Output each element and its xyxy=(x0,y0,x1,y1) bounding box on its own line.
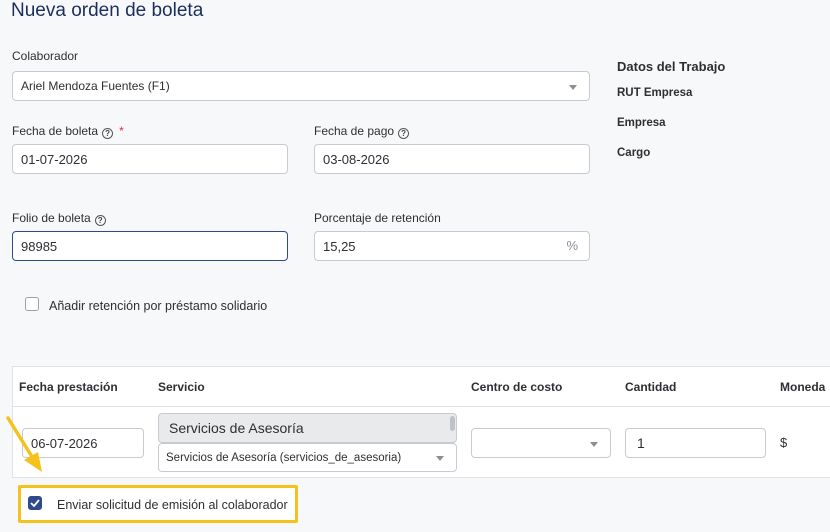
fecha-pago-input[interactable]: 03-08-2026 xyxy=(314,144,590,174)
folio-label: Folio de boleta? xyxy=(12,211,106,226)
retencion-value: 15,25 xyxy=(323,238,356,254)
page-title: Nueva orden de boleta xyxy=(11,0,204,21)
side-rut-label: RUT Empresa xyxy=(617,87,693,99)
colaborador-label: Colaborador xyxy=(12,49,79,63)
cantidad-value: 1 xyxy=(637,435,645,451)
servicio-option-label: Servicios de Asesoría xyxy=(169,420,304,436)
dropdown-scrollbar[interactable] xyxy=(450,416,455,431)
arrow-annotation-icon xyxy=(6,416,42,472)
colaborador-value: Ariel Mendoza Fuentes (F1) xyxy=(21,79,170,93)
retencion-label: Porcentaje de retención xyxy=(314,211,441,225)
th-servicio: Servicio xyxy=(158,380,205,394)
servicio-dropdown-option[interactable]: Servicios de Asesoría xyxy=(158,413,457,443)
servicio-select[interactable]: Servicios de Asesoría (servicios_de_ases… xyxy=(158,443,457,472)
prestamo-checkbox-label: Añadir retención por préstamo solidario xyxy=(49,299,268,313)
side-cargo-label: Cargo xyxy=(617,147,651,159)
fecha-boleta-value: 01-07-2026 xyxy=(21,151,88,167)
th-centro-costo: Centro de costo xyxy=(471,380,563,394)
side-empresa-label: Empresa xyxy=(617,117,666,129)
help-icon[interactable]: ? xyxy=(398,128,410,139)
fecha-pago-label: Fecha de pago? xyxy=(314,124,410,139)
th-cantidad: Cantidad xyxy=(625,380,677,394)
fecha-boleta-label-text: Fecha de boleta xyxy=(12,124,99,138)
required-mark: * xyxy=(119,124,124,138)
prestamo-checkbox[interactable] xyxy=(25,297,39,311)
fecha-boleta-input[interactable]: 01-07-2026 xyxy=(12,144,288,174)
check-icon xyxy=(30,499,40,507)
centro-costo-select[interactable] xyxy=(471,428,611,458)
th-moneda: Moneda xyxy=(780,380,826,394)
percent-suffix: % xyxy=(566,238,578,253)
help-icon[interactable]: ? xyxy=(102,128,114,139)
servicio-value: Servicios de Asesoría (servicios_de_ases… xyxy=(166,451,402,464)
chevron-down-icon xyxy=(436,456,444,461)
chevron-down-icon xyxy=(590,442,598,447)
folio-label-text: Folio de boleta xyxy=(12,211,91,225)
folio-value: 98985 xyxy=(21,238,58,254)
help-icon[interactable]: ? xyxy=(94,215,106,226)
retencion-input[interactable]: 15,25 % xyxy=(314,231,590,261)
side-heading: Datos del Trabajo xyxy=(617,59,726,74)
fecha-pago-value: 03-08-2026 xyxy=(323,151,390,167)
moneda-value: $ xyxy=(780,435,788,450)
fecha-boleta-label: Fecha de boleta? * xyxy=(12,124,124,139)
chevron-down-icon xyxy=(569,85,577,90)
cantidad-input[interactable]: 1 xyxy=(625,428,766,458)
th-fecha: Fecha prestación xyxy=(19,380,118,394)
folio-input[interactable]: 98985 xyxy=(12,231,288,261)
fecha-pago-label-text: Fecha de pago xyxy=(314,124,395,138)
colaborador-select[interactable]: Ariel Mendoza Fuentes (F1) xyxy=(12,71,590,101)
table-header-divider xyxy=(12,406,830,407)
send-request-checkbox[interactable] xyxy=(28,496,42,510)
send-request-label: Enviar solicitud de emisión al colaborad… xyxy=(57,498,288,512)
